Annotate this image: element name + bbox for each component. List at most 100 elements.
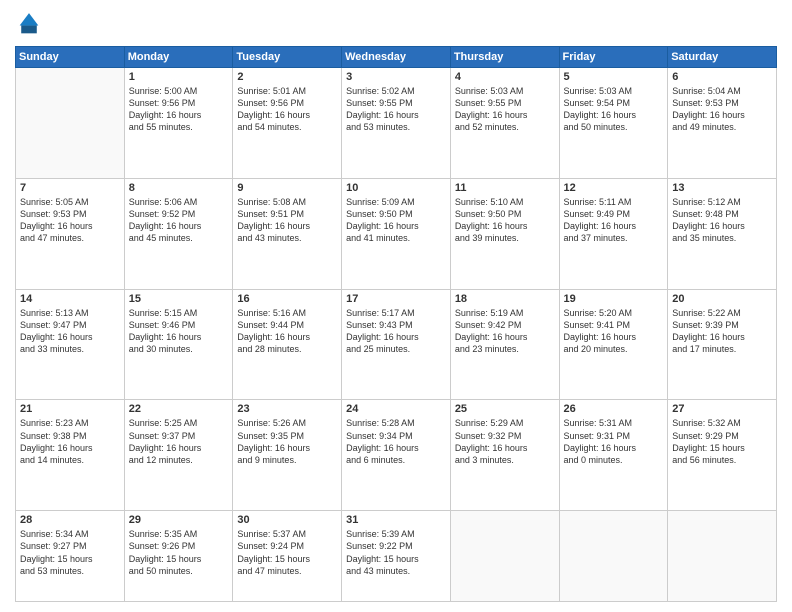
- day-number: 20: [672, 293, 772, 305]
- day-info: Sunrise: 5:15 AMSunset: 9:46 PMDaylight:…: [129, 307, 229, 356]
- day-detail: and 20 minutes.: [564, 344, 628, 354]
- day-detail: Daylight: 16 hours: [20, 332, 93, 342]
- calendar-cell: 22Sunrise: 5:25 AMSunset: 9:37 PMDayligh…: [124, 400, 233, 511]
- calendar-cell: 19 Sunrise: 5:20 AMSunset: 9:41 PMDayligh…: [559, 289, 668, 400]
- calendar-cell: 1Sunrise: 5:00 AMSunset: 9:56 PMDaylight…: [124, 68, 233, 179]
- day-number: 29: [129, 514, 229, 526]
- calendar-cell: 23Sunrise: 5:26 AMSunset: 9:35 PMDayligh…: [233, 400, 342, 511]
- calendar-week-3: 14Sunrise: 5:13 AMSunset: 9:47 PMDayligh…: [16, 289, 777, 400]
- day-number: 18: [455, 293, 555, 305]
- day-detail: and 33 minutes.: [20, 344, 84, 354]
- day-detail: Sunset: 9:22 PM: [346, 541, 413, 551]
- weekday-header-thursday: Thursday: [450, 47, 559, 68]
- day-info: Sunrise: 5:06 AMSunset: 9:52 PMDaylight:…: [129, 196, 229, 245]
- day-number: 9: [237, 182, 337, 194]
- day-info: Sunrise: 5:26 AMSunset: 9:35 PMDaylight:…: [237, 417, 337, 466]
- day-info: Sunrise: 5:05 AMSunset: 9:53 PMDaylight:…: [20, 196, 120, 245]
- day-detail: Daylight: 15 hours: [129, 554, 202, 564]
- calendar-cell: 21Sunrise: 5:23 AMSunset: 9:38 PMDayligh…: [16, 400, 125, 511]
- day-number: 6: [672, 71, 772, 83]
- day-detail: and 12 minutes.: [129, 455, 193, 465]
- day-number: 13: [672, 182, 772, 194]
- day-detail: Sunrise: 5:19 AM: [455, 308, 524, 318]
- day-number: 2: [237, 71, 337, 83]
- day-detail: and 35 minutes.: [672, 233, 736, 243]
- calendar-cell: [16, 68, 125, 179]
- day-detail: Daylight: 16 hours: [672, 332, 745, 342]
- calendar-week-4: 21Sunrise: 5:23 AMSunset: 9:38 PMDayligh…: [16, 400, 777, 511]
- day-detail: Daylight: 16 hours: [346, 110, 419, 120]
- calendar-cell: [559, 511, 668, 602]
- day-info: Sunrise: 5:13 AMSunset: 9:47 PMDaylight:…: [20, 307, 120, 356]
- calendar-cell: 7Sunrise: 5:05 AMSunset: 9:53 PMDaylight…: [16, 178, 125, 289]
- calendar-cell: 15 Sunrise: 5:15 AMSunset: 9:46 PMDayligh…: [124, 289, 233, 400]
- weekday-header-saturday: Saturday: [668, 47, 777, 68]
- day-number: 25: [455, 403, 555, 415]
- day-detail: Sunset: 9:37 PM: [129, 431, 196, 441]
- day-info: Sunrise: 5:00 AMSunset: 9:56 PMDaylight:…: [129, 85, 229, 134]
- day-number: 10: [346, 182, 446, 194]
- day-number: 12: [564, 182, 664, 194]
- day-detail: Sunset: 9:51 PM: [237, 209, 304, 219]
- day-detail: Sunrise: 5:26 AM: [237, 418, 306, 428]
- day-detail: Sunrise: 5:03 AM: [564, 86, 633, 96]
- day-detail: Daylight: 15 hours: [346, 554, 419, 564]
- day-info: Sunrise: 5:29 AMSunset: 9:32 PMDaylight:…: [455, 417, 555, 466]
- calendar-cell: 25 Sunrise: 5:29 AMSunset: 9:32 PMDayligh…: [450, 400, 559, 511]
- calendar-cell: 20Sunrise: 5:22 AMSunset: 9:39 PMDayligh…: [668, 289, 777, 400]
- day-detail: Sunset: 9:43 PM: [346, 320, 413, 330]
- day-detail: Sunset: 9:55 PM: [346, 98, 413, 108]
- day-number: 28: [20, 514, 120, 526]
- day-detail: Daylight: 16 hours: [455, 221, 528, 231]
- header: [15, 10, 777, 38]
- day-info: Sunrise: 5:10 AMSunset: 9:50 PMDaylight:…: [455, 196, 555, 245]
- day-detail: and 50 minutes.: [564, 122, 628, 132]
- day-detail: Daylight: 16 hours: [455, 443, 528, 453]
- day-detail: Daylight: 15 hours: [237, 554, 310, 564]
- calendar-table: SundayMondayTuesdayWednesdayThursdayFrid…: [15, 46, 777, 602]
- day-detail: Daylight: 16 hours: [672, 110, 745, 120]
- day-detail: and 28 minutes.: [237, 344, 301, 354]
- day-detail: Sunrise: 5:12 AM: [672, 197, 741, 207]
- day-detail: and 52 minutes.: [455, 122, 519, 132]
- calendar-cell: 17Sunrise: 5:17 AMSunset: 9:43 PMDayligh…: [342, 289, 451, 400]
- day-info: Sunrise: 5:19 AMSunset: 9:42 PMDaylight:…: [455, 307, 555, 356]
- day-detail: and 50 minutes.: [129, 566, 193, 576]
- day-detail: and 45 minutes.: [129, 233, 193, 243]
- day-detail: Sunset: 9:41 PM: [564, 320, 631, 330]
- day-detail: Sunset: 9:27 PM: [20, 541, 87, 551]
- day-number: 19: [564, 293, 664, 305]
- calendar-cell: 24Sunrise: 5:28 AMSunset: 9:34 PMDayligh…: [342, 400, 451, 511]
- day-detail: Sunrise: 5:08 AM: [237, 197, 306, 207]
- day-detail: Sunset: 9:24 PM: [237, 541, 304, 551]
- calendar-week-1: 1Sunrise: 5:00 AMSunset: 9:56 PMDaylight…: [16, 68, 777, 179]
- day-detail: and 55 minutes.: [129, 122, 193, 132]
- day-number: 21: [20, 403, 120, 415]
- day-detail: Daylight: 16 hours: [564, 332, 637, 342]
- day-detail: Sunrise: 5:22 AM: [672, 308, 741, 318]
- day-info: Sunrise: 5:12 AMSunset: 9:48 PMDaylight:…: [672, 196, 772, 245]
- day-info: Sunrise: 5:20 AMSunset: 9:41 PMDaylight:…: [564, 307, 664, 356]
- day-detail: Daylight: 16 hours: [346, 332, 419, 342]
- day-info: Sunrise: 5:01 AMSunset: 9:56 PMDaylight:…: [237, 85, 337, 134]
- day-detail: Sunset: 9:50 PM: [346, 209, 413, 219]
- day-detail: Sunrise: 5:02 AM: [346, 86, 415, 96]
- day-detail: Sunrise: 5:32 AM: [672, 418, 741, 428]
- day-detail: Daylight: 16 hours: [237, 110, 310, 120]
- weekday-header-row: SundayMondayTuesdayWednesdayThursdayFrid…: [16, 47, 777, 68]
- day-number: 4: [455, 71, 555, 83]
- calendar-cell: 9Sunrise: 5:08 AMSunset: 9:51 PMDaylight…: [233, 178, 342, 289]
- day-detail: Sunset: 9:46 PM: [129, 320, 196, 330]
- day-detail: Daylight: 16 hours: [346, 443, 419, 453]
- day-detail: Sunset: 9:42 PM: [455, 320, 522, 330]
- day-detail: Sunrise: 5:37 AM: [237, 529, 306, 539]
- day-detail: Daylight: 16 hours: [20, 443, 93, 453]
- day-detail: Daylight: 16 hours: [672, 221, 745, 231]
- day-info: Sunrise: 5:35 AMSunset: 9:26 PMDaylight:…: [129, 528, 229, 577]
- day-info: Sunrise: 5:37 AM Sunset: 9:24 PM Daylight:…: [237, 528, 337, 577]
- day-number: 15: [129, 293, 229, 305]
- day-detail: Daylight: 15 hours: [20, 554, 93, 564]
- day-info: Sunrise: 5:34 AMSunset: 9:27 PMDaylight:…: [20, 528, 120, 577]
- day-detail: Sunset: 9:44 PM: [237, 320, 304, 330]
- day-detail: Sunrise: 5:01 AM: [237, 86, 306, 96]
